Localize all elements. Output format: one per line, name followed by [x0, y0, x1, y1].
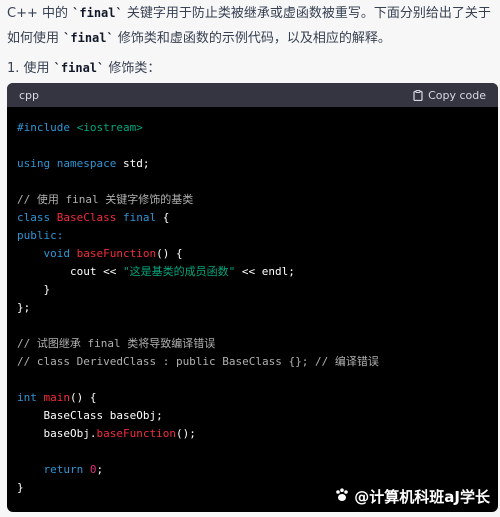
watermark-text: @计算机科班aJ学长: [354, 488, 490, 506]
code-line: class BaseClass final {: [17, 209, 488, 227]
step-text: 1. 使用: [7, 61, 54, 76]
code-token: return: [43, 463, 90, 476]
code-comment: // class DerivedClass : public BaseClass…: [17, 355, 379, 368]
code-token: }: [17, 283, 51, 296]
code-token: baseObj.: [17, 427, 97, 440]
code-token: }: [17, 481, 24, 494]
code-token: <iostream>: [76, 121, 143, 134]
code-line: // 试图继承 final 类将导致编译错误: [17, 335, 488, 353]
code-token: void: [43, 247, 77, 260]
code-token: final: [122, 211, 157, 224]
code-line: BaseClass baseObj;: [17, 407, 488, 425]
copy-code-label: Copy code: [428, 88, 486, 102]
code-token: {: [156, 211, 170, 224]
watermark: @计算机科班aJ学长: [334, 486, 490, 507]
code-line: };: [17, 299, 488, 317]
code-token: baseFunction: [96, 427, 176, 440]
code-block: cpp Copy code #include <iostream> using n…: [7, 83, 498, 512]
code-line: using namespace std;: [17, 155, 488, 173]
clipboard-icon: [413, 89, 423, 101]
code-token: ();: [175, 427, 196, 440]
code-token: int: [17, 391, 44, 404]
code-line: }: [17, 281, 488, 299]
code-header: cpp Copy code: [7, 83, 498, 107]
code-token: baseFunction: [76, 247, 157, 260]
code-line: int main() {: [17, 389, 488, 407]
copy-code-button[interactable]: Copy code: [413, 89, 486, 102]
code-language-label: cpp: [19, 88, 40, 102]
intro-text: 修饰类和虚函数的示例代码，以及相应的解释。: [113, 31, 391, 46]
code-line: baseObj.baseFunction();: [17, 425, 488, 443]
code-token: cout <<: [17, 265, 123, 278]
inline-code-final: `final`: [53, 61, 105, 75]
code-token: class: [17, 211, 57, 224]
code-comment: // 使用 final 关键字修饰的基类: [17, 193, 194, 206]
code-line: #include <iostream>: [17, 119, 488, 137]
code-token: #include: [17, 121, 77, 134]
code-token: << endl;: [235, 265, 295, 278]
code-token: main: [43, 391, 71, 404]
code-line: // class DerivedClass : public BaseClass…: [17, 353, 488, 371]
code-comment: // 试图继承 final 类将导致编译错误: [17, 337, 216, 350]
inline-code-final: `final`: [72, 6, 123, 20]
code-token: () {: [70, 391, 97, 404]
code-token: () {: [156, 247, 183, 260]
code-line: return 0;: [17, 461, 488, 479]
code-line: void baseFunction() {: [17, 245, 488, 263]
step-text: 修饰类：: [104, 61, 161, 76]
intro-text: C++ 中的: [7, 6, 73, 21]
code-line: // 使用 final 关键字修饰的基类: [17, 191, 488, 209]
code-token: "这是基类的成员函数": [122, 265, 236, 278]
code-token: using namespace: [17, 157, 117, 170]
intro-paragraph: C++ 中的 `final` 关键字用于防止类被继承或虚函数被重写。下面分别给出…: [7, 1, 495, 51]
code-content: #include <iostream> using namespace std; /…: [7, 107, 498, 497]
code-token: ;: [96, 463, 104, 476]
paw-icon: [334, 487, 350, 507]
step-heading: 1. 使用 `final` 修饰类：: [7, 58, 160, 79]
inline-code-final: `final`: [63, 31, 114, 45]
code-token: BaseClass baseObj;: [17, 409, 163, 422]
code-token: };: [17, 301, 31, 314]
code-line: cout << "这是基类的成员函数" << endl;: [17, 263, 488, 281]
code-token: BaseClass: [56, 211, 123, 224]
code-token: public:: [17, 229, 64, 242]
code-token: std;: [116, 157, 150, 170]
code-line: public:: [17, 227, 488, 245]
